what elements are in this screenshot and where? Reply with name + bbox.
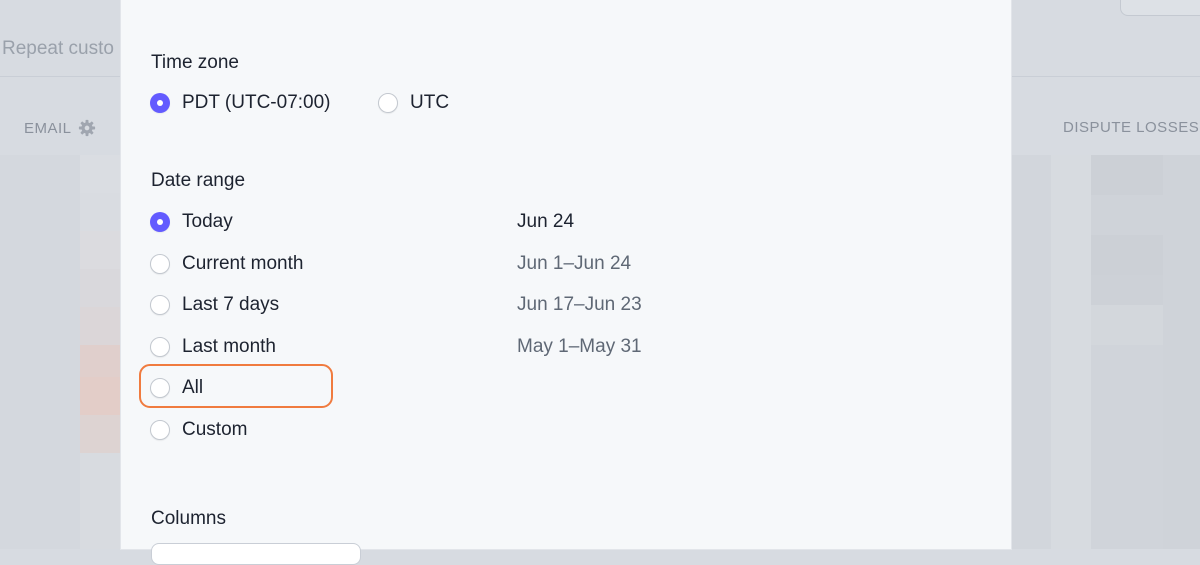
column-header-email: EMAIL: [24, 119, 96, 137]
radio-date-last-7-days[interactable]: Last 7 days: [150, 294, 279, 316]
background-filter-label: Repeat custo: [2, 38, 114, 59]
radio-date-today[interactable]: Today: [150, 211, 233, 233]
blurred-cell: [1163, 155, 1200, 549]
radio-label: Last month: [182, 336, 276, 357]
blurred-cell: [80, 155, 122, 193]
column-header-email-label: EMAIL: [24, 119, 72, 137]
blurred-cell: [80, 345, 122, 377]
blurred-cell: [80, 269, 122, 307]
blurred-cell: [1091, 345, 1163, 549]
blurred-cell: [1091, 195, 1163, 235]
radio-button[interactable]: [150, 254, 170, 274]
blurred-cell: [0, 155, 80, 549]
radio-date-current-month[interactable]: Current month: [150, 253, 303, 275]
radio-button[interactable]: [378, 93, 398, 113]
blurred-cell: [80, 377, 122, 415]
blurred-cell: [1091, 275, 1163, 305]
radio-timezone-pdt[interactable]: PDT (UTC-07:00): [150, 92, 331, 114]
radio-label: UTC: [410, 92, 450, 113]
blurred-cell: [1091, 305, 1163, 345]
radio-timezone-utc[interactable]: UTC: [378, 92, 449, 114]
date-value-last-7-days: Jun 17–Jun 23: [517, 294, 642, 315]
export-options-panel: Time zone PDT (UTC-07:00) UTC Date range…: [121, 0, 1011, 565]
radio-button[interactable]: [150, 420, 170, 440]
date-value-today: Jun 24: [517, 211, 575, 232]
radio-label: PDT (UTC-07:00): [182, 92, 331, 113]
blurred-cell: [80, 307, 122, 345]
radio-button[interactable]: [150, 337, 170, 357]
blurred-cell: [80, 453, 122, 549]
blurred-cell: [80, 193, 122, 231]
blurred-cell: [1051, 155, 1091, 549]
blurred-cell: [1091, 235, 1163, 275]
gear-icon: [78, 119, 95, 137]
radio-date-all[interactable]: All: [150, 377, 203, 399]
radio-date-custom[interactable]: Custom: [150, 419, 247, 441]
radio-label: Today: [182, 211, 233, 232]
radio-button[interactable]: [150, 378, 170, 398]
timezone-title: Time zone: [151, 52, 239, 73]
radio-button-checked[interactable]: [150, 212, 170, 232]
background-top-button: [1120, 0, 1200, 16]
radio-button[interactable]: [150, 295, 170, 315]
blurred-cell: [1091, 155, 1163, 195]
radio-date-last-month[interactable]: Last month: [150, 336, 276, 358]
columns-title: Columns: [151, 508, 226, 529]
radio-label: Last 7 days: [182, 294, 280, 315]
radio-label: Current month: [182, 253, 304, 274]
columns-select[interactable]: [151, 543, 361, 565]
radio-button-checked[interactable]: [150, 93, 170, 113]
date-range-title: Date range: [151, 170, 246, 191]
date-value-current-month: Jun 1–Jun 24: [517, 253, 632, 274]
blurred-cell: [80, 415, 122, 453]
date-value-last-month: May 1–May 31: [517, 336, 642, 357]
radio-label: All: [182, 377, 204, 398]
column-header-dispute-losses: DISPUTE LOSSES: [1063, 119, 1200, 136]
radio-label: Custom: [182, 419, 248, 440]
blurred-cell: [1011, 155, 1051, 549]
blurred-cell: [80, 231, 122, 269]
